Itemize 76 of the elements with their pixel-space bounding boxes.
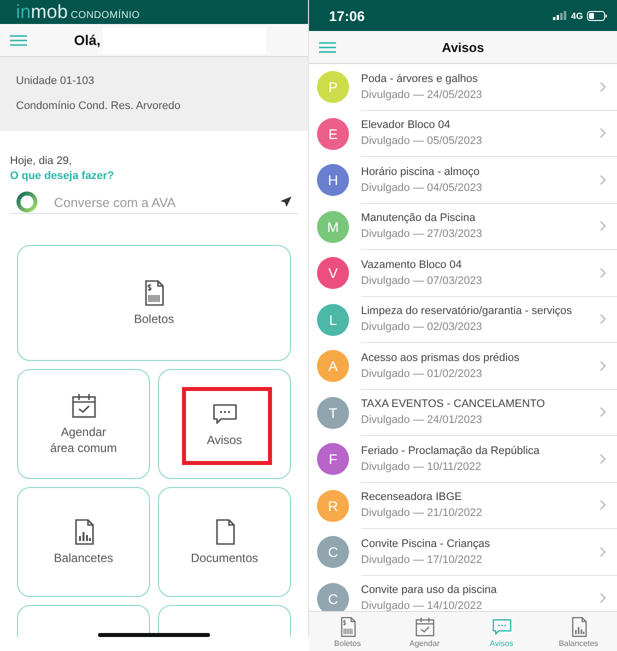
notice-row[interactable]: H Horário piscina - almoço Divulgado — 04/05/2023: [309, 157, 617, 204]
menu-tile[interactable]: Avisos: [158, 369, 291, 479]
initial-avatar: V: [317, 257, 349, 290]
notice-title: Limpeza do reservatório/garantia - serviços: [361, 305, 573, 318]
screen-title: Avisos: [442, 40, 484, 54]
signal-icon: [552, 11, 567, 20]
notice-date: Divulgado — 24/01/2023: [361, 414, 484, 426]
date-text: Hoje, dia 29,: [10, 155, 73, 167]
notice-date: Divulgado — 04/05/2023: [361, 182, 484, 194]
notice-title: Elevador Bloco 04: [361, 119, 452, 132]
tile-label: Documentos: [190, 550, 258, 566]
initial-avatar: H: [317, 164, 349, 196]
tab-bar-item[interactable]: Boletos: [309, 612, 386, 651]
app-logo: inmob: [16, 3, 68, 22]
notice-row[interactable]: V Vazamento Bloco 04 Divulgado — 07/03/2023: [309, 250, 617, 296]
calendar-icon: [70, 392, 98, 420]
notice-row[interactable]: P Poda - árvores e galhos Divulgado — 24/05/2023: [309, 64, 617, 110]
battery-icon: [587, 10, 607, 20]
initial-avatar: L: [317, 304, 349, 336]
notice-row[interactable]: A Acesso aos prismas dos prédios Divulgado — 01/02/2023: [309, 343, 617, 390]
notice-date: Divulgado — 27/03/2023: [361, 228, 484, 240]
initial-avatar: P: [317, 71, 349, 104]
notice-date: Divulgado — 02/03/2023: [361, 321, 484, 334]
initial-avatar: T: [317, 396, 349, 429]
tile-label: Avisos: [206, 432, 244, 448]
notice-date: Divulgado — 07/03/2023: [361, 274, 484, 287]
notice-title: Acesso aos prismas dos prédios: [361, 352, 520, 364]
initial-avatar: C: [317, 582, 349, 611]
menu-tile[interactable]: Balancetes: [17, 487, 150, 597]
initial-avatar: E: [317, 118, 349, 150]
notice-row[interactable]: M Manutenção da Piscina Divulgado — 27/03/2023: [309, 204, 617, 250]
tile-label: Boletos: [132, 310, 176, 328]
tile-label: Agendar área comum: [50, 424, 118, 456]
menu-tile[interactable]: Boletos: [17, 245, 291, 361]
condominium-name: Condomínio Cond. Res. Arvoredo: [16, 100, 182, 112]
prompt-text: O que deseja fazer?: [10, 170, 115, 182]
initial-avatar: C: [317, 536, 349, 568]
notice-title: Convite Piscina - Crianças: [361, 538, 491, 550]
tile-label: Balancetes: [52, 550, 114, 566]
tab-bar-item[interactable]: Balancetes: [540, 612, 617, 651]
initial-avatar: R: [317, 490, 349, 522]
notice-row[interactable]: F Feriado - Proclamação da República Divulgado — 10/11/2022: [309, 436, 617, 482]
notice-date: Divulgado — 05/05/2023: [361, 135, 484, 148]
logo-subtitle: CONDOMÍNIO: [70, 10, 140, 21]
notice-date: Divulgado — 21/10/2022: [361, 507, 484, 520]
notice-title: Recenseadora IBGE: [361, 491, 463, 504]
notice-title: Manutenção da Piscina: [361, 212, 476, 224]
initial-avatar: F: [317, 443, 349, 476]
notice-title: Horário piscina - almoço: [361, 166, 481, 178]
notice-date: Divulgado — 10/11/2022: [361, 460, 482, 473]
unit-text: Unidade 01-103: [16, 75, 96, 87]
send-icon[interactable]: [280, 196, 292, 208]
notice-date: Divulgado — 17/10/2022: [361, 554, 484, 566]
notice-title: Vazamento Bloco 04: [361, 258, 463, 271]
chat-input-field[interactable]: Converse com a AVA: [52, 194, 280, 210]
initial-avatar: A: [317, 350, 349, 382]
calendar-icon: [414, 616, 436, 638]
greeting: Olá,: [74, 32, 100, 48]
initial-avatar: M: [317, 210, 349, 243]
notice-date: Divulgado — 01/02/2023: [361, 368, 484, 380]
menu-tile[interactable]: Documentos: [158, 487, 291, 597]
notice-row[interactable]: C Convite Piscina - Crianças Divulgado — 17/10/2022: [309, 529, 617, 576]
assistant-logo-icon: [16, 191, 38, 213]
notice-row[interactable]: E Elevador Bloco 04 Divulgado — 05/05/2023: [309, 110, 617, 157]
notice-title: TAXA EVENTOS - CANCELAMENTO: [361, 398, 546, 410]
notice-title: Poda - árvores e galhos: [361, 72, 479, 85]
notice-title: Feriado - Proclamação da República: [361, 444, 541, 457]
tab-bar-item[interactable]: Agendar: [386, 612, 463, 651]
network-label: 4G: [570, 10, 583, 20]
status-time: 17:06: [329, 8, 365, 24]
notice-row[interactable]: T TAXA EVENTOS - CANCELAMENTO Divulgado — 24/01/2023: [309, 390, 617, 436]
notice-row[interactable]: L Limpeza do reservatório/garantia - serviços Divulgado — 02/03/2023: [309, 296, 617, 343]
notice-title: Convite para uso da piscina: [361, 584, 498, 596]
menu-tile[interactable]: Agendar área comum: [17, 369, 150, 479]
notice-row[interactable]: R Recenseadora IBGE Divulgado — 21/10/2022: [309, 482, 617, 529]
notice-date: Divulgado — 24/05/2023: [361, 88, 484, 101]
